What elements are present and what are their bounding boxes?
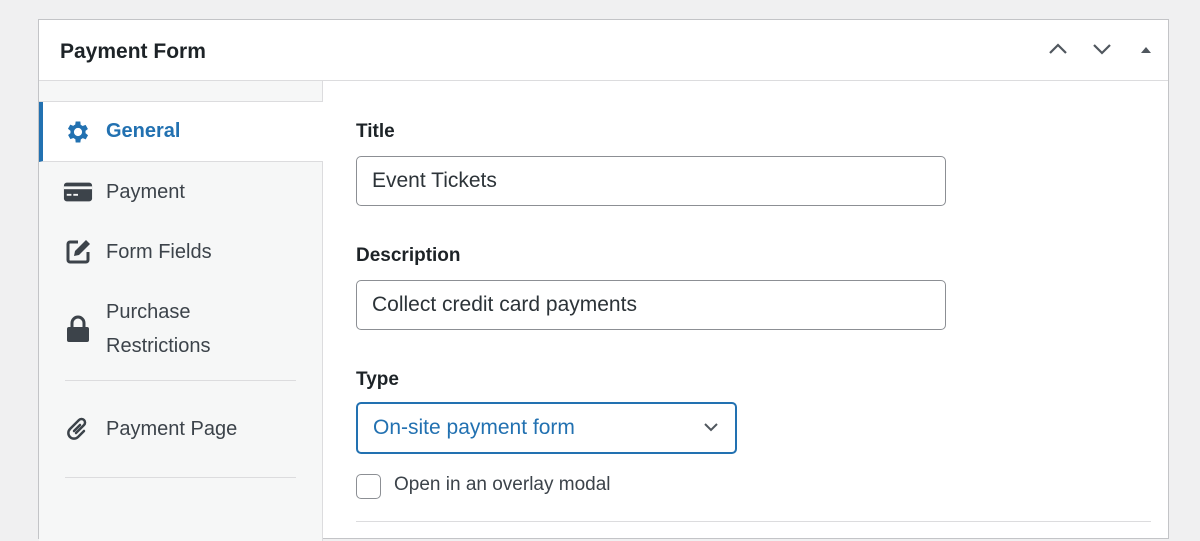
panel-title: Payment Form [60,40,206,63]
sidebar-item-label: Form Fields [106,240,212,263]
sidebar-item-payment-page[interactable]: Payment Page [39,381,322,477]
sidebar-item-label: General [106,120,181,142]
sidebar-divider [65,477,296,478]
sidebar-item-payment[interactable]: Payment [39,162,322,222]
panel-header: Payment Form [39,20,1168,81]
sidebar-item-general[interactable]: General [39,102,323,162]
sidebar-spacer [39,81,322,102]
sidebar-item-label: Purchase Restrictions [106,301,211,357]
sidebar-item-form-fields[interactable]: Form Fields [39,222,322,282]
sidebar-item-purchase-restrictions[interactable]: Purchase Restrictions [39,282,322,376]
lock-icon [63,314,93,344]
link-icon [63,414,93,444]
title-input[interactable]: Event Tickets [356,156,946,206]
type-label: Type [356,369,399,390]
type-select[interactable]: On-site payment form [356,402,737,454]
toggle-panel-icon[interactable] [1139,40,1153,63]
description-label: Description [356,245,461,266]
edit-icon [63,237,93,267]
title-label: Title [356,121,395,142]
credit-card-icon [63,177,93,207]
sidebar-item-label: Payment [106,180,185,203]
gear-icon [63,117,93,147]
payment-form-panel: Payment Form General Payment Form Fields… [38,19,1169,541]
section-divider [356,521,1151,522]
type-select-value: On-site payment form [373,416,575,439]
chevron-down-icon [703,404,719,470]
sidebar: General Payment Form Fields Purchase Res… [39,81,323,541]
overlay-modal-checkbox[interactable] [356,474,381,499]
move-down-icon[interactable] [1091,38,1113,66]
overlay-modal-label: Open in an overlay modal [394,474,611,495]
sidebar-item-label: Payment Page [106,417,238,440]
description-input[interactable]: Collect credit card payments [356,280,946,330]
move-up-icon[interactable] [1047,38,1069,66]
